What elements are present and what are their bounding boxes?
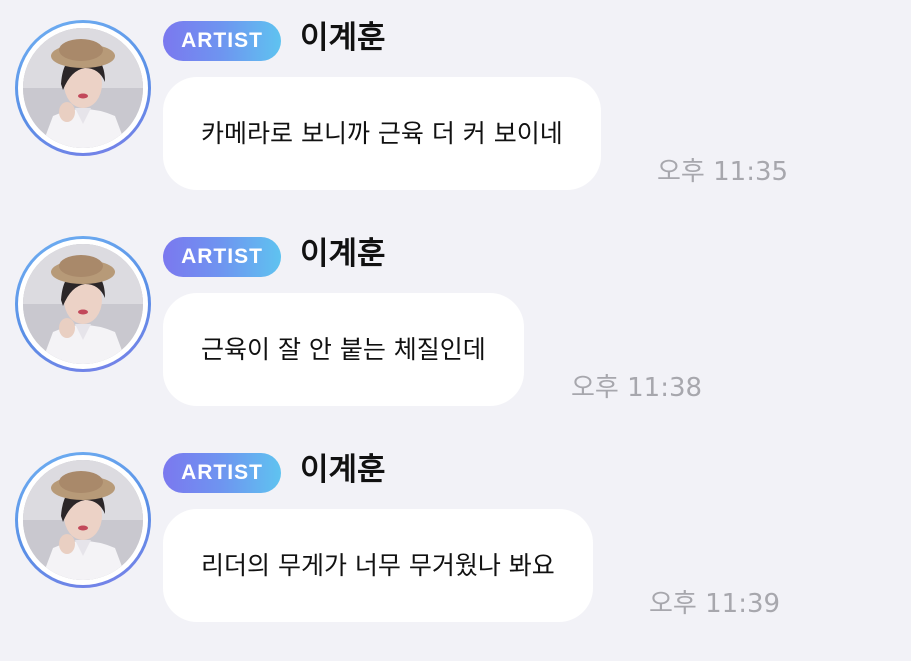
sender-name[interactable]: 이계훈 [300,16,386,60]
artist-badge: ARTIST [163,21,281,61]
chat-message: ARTIST 이계훈 리더의 무게가 너무 무거웠나 봐요 오후 11:39 [0,432,911,632]
message-bubble[interactable]: 카메라로 보니까 근육 더 커 보이네 [163,77,601,190]
avatar-photo-icon [23,460,143,580]
avatar-photo-icon [23,28,143,148]
avatar-ring[interactable] [15,452,151,588]
message-bubble[interactable]: 근육이 잘 안 붙는 체질인데 [163,293,524,406]
chat-message: ARTIST 이계훈 카메라로 보니까 근육 더 커 보이네 오후 11:35 [0,0,911,200]
avatar [23,28,143,148]
sender-name[interactable]: 이계훈 [300,448,386,492]
message-timestamp: 오후 11:39 [649,589,781,619]
message-timestamp: 오후 11:35 [657,157,789,187]
artist-badge: ARTIST [163,237,281,277]
avatar-ring[interactable] [15,20,151,156]
avatar-ring[interactable] [15,236,151,372]
avatar-frame [18,23,148,153]
chat-message: ARTIST 이계훈 근육이 잘 안 붙는 체질인데 오후 11:38 [0,216,911,416]
avatar-frame [18,455,148,585]
message-bubble[interactable]: 리더의 무게가 너무 무거웠나 봐요 [163,509,593,622]
avatar [23,460,143,580]
sender-name[interactable]: 이계훈 [300,232,386,276]
artist-badge: ARTIST [163,453,281,493]
message-timestamp: 오후 11:38 [571,373,703,403]
avatar [23,244,143,364]
avatar-photo-icon [23,244,143,364]
avatar-frame [18,239,148,369]
